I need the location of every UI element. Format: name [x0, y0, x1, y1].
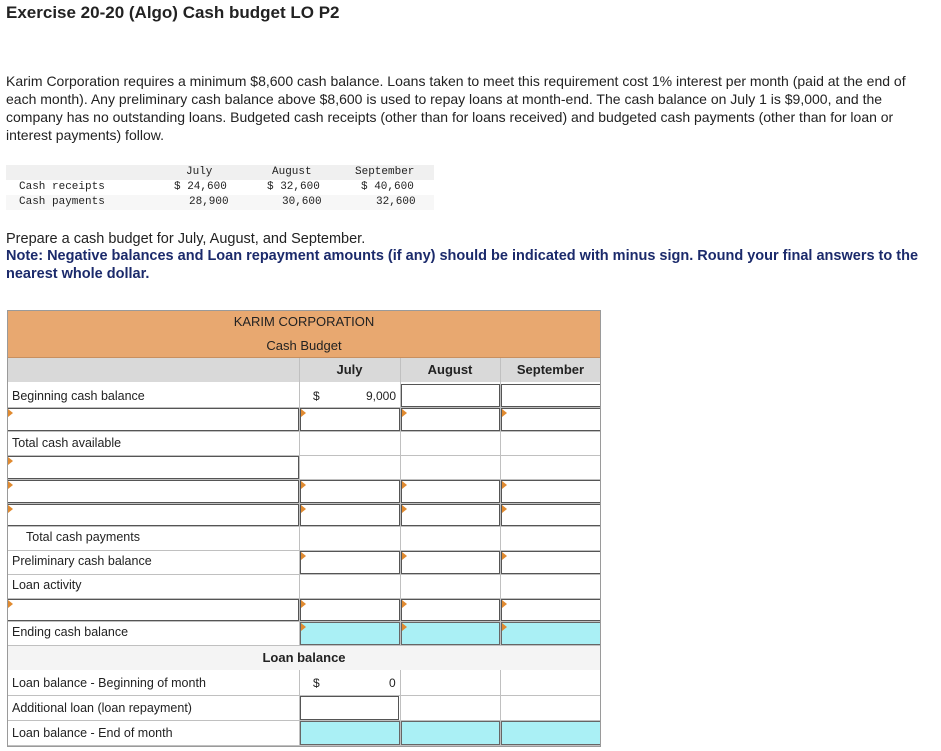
instruction-text: Prepare a cash budget for July, August, …	[6, 231, 366, 247]
table-border	[7, 310, 601, 747]
given-header-september: September	[355, 166, 415, 178]
problem-text: Karim Corporation requires a minimum $8,…	[6, 73, 906, 143]
given-cell: $ 24,600	[174, 181, 227, 193]
given-cell: 28,900	[189, 196, 229, 208]
cash-budget-table: KARIM CORPORATION Cash Budget July Augus…	[7, 310, 601, 747]
exercise-title: Exercise 20-20 (Algo) Cash budget LO P2	[6, 3, 340, 22]
given-cell: $ 40,600	[361, 181, 414, 193]
given-cell: $ 32,600	[267, 181, 320, 193]
given-row-label: Cash receipts	[19, 181, 105, 193]
given-row-label: Cash payments	[19, 196, 105, 208]
given-cell: 32,600	[376, 196, 416, 208]
given-data-table: July August September Cash receipts $ 24…	[6, 165, 434, 212]
note-text: Note: Negative balances and Loan repayme…	[6, 248, 919, 282]
given-header-august: August	[272, 166, 312, 178]
given-header-july: July	[186, 166, 213, 178]
given-cell: 30,600	[282, 196, 322, 208]
